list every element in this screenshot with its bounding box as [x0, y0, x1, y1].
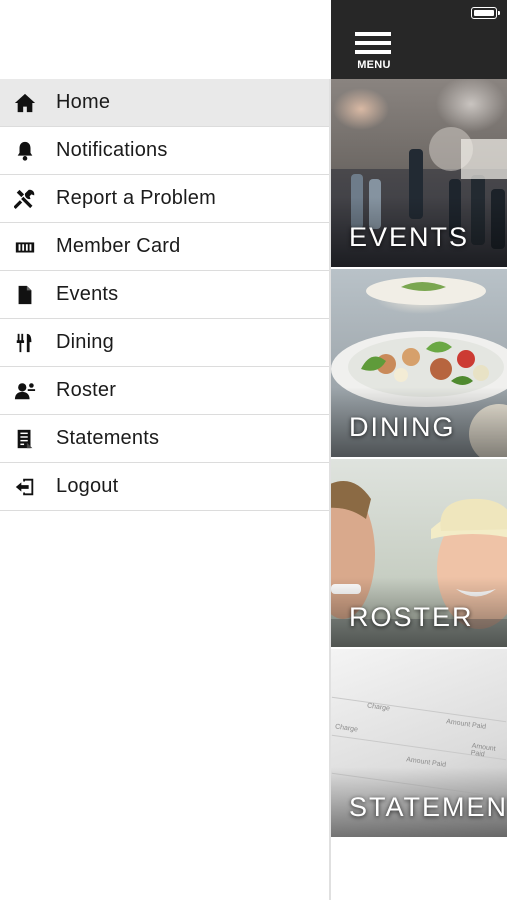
drawer-item-report-a-problem[interactable]: Report a Problem	[0, 175, 331, 223]
hamburger-icon-bar	[355, 41, 391, 45]
home-icon	[12, 90, 38, 116]
utensils-icon	[12, 330, 38, 356]
tile-label: STATEMENTS	[349, 792, 507, 822]
drawer-item-statements[interactable]: Statements	[0, 415, 331, 463]
document-icon	[12, 282, 38, 308]
drawer-item-label: Report a Problem	[56, 187, 216, 209]
tile-statements[interactable]: Charge Amount Paid Charge Amount Paid Am…	[331, 649, 507, 839]
battery-icon	[471, 7, 500, 19]
drawer-item-label: Notifications	[56, 139, 168, 161]
navigation-drawer: Home Notifications Report a Problem Memb…	[0, 0, 331, 900]
drawer-edge-divider	[329, 79, 331, 900]
hamburger-icon-bar	[355, 50, 391, 54]
drawer-menu-list: Home Notifications Report a Problem Memb…	[0, 79, 331, 511]
drawer-item-label: Dining	[56, 331, 114, 353]
drawer-item-label: Member Card	[56, 235, 181, 257]
main-screen: MENU EVENTS DINING ROSTER Charge Amount …	[331, 0, 507, 900]
tile-events[interactable]: EVENTS	[331, 79, 507, 269]
top-bar: MENU	[331, 0, 507, 79]
bell-icon	[12, 138, 38, 164]
hamburger-icon-bar	[355, 32, 391, 36]
menu-button[interactable]: MENU	[353, 32, 395, 74]
tile-label: DINING	[349, 412, 456, 442]
drawer-item-label: Events	[56, 283, 119, 305]
tools-icon	[12, 186, 38, 212]
drawer-item-label: Roster	[56, 379, 117, 401]
drawer-item-home[interactable]: Home	[0, 79, 331, 127]
drawer-item-dining[interactable]: Dining	[0, 319, 331, 367]
drawer-item-label: Logout	[56, 475, 119, 497]
drawer-item-logout[interactable]: Logout	[0, 463, 331, 511]
statement-text: Amount Paid	[470, 742, 497, 759]
menu-label: MENU	[357, 59, 391, 71]
drawer-item-notifications[interactable]: Notifications	[0, 127, 331, 175]
tile-roster[interactable]: ROSTER	[331, 459, 507, 649]
tile-label: ROSTER	[349, 602, 474, 632]
logout-icon	[12, 474, 38, 500]
drawer-item-member-card[interactable]: Member Card	[0, 223, 331, 271]
card-icon	[12, 234, 38, 260]
drawer-item-label: Statements	[56, 427, 160, 449]
drawer-item-roster[interactable]: Roster	[0, 367, 331, 415]
drawer-item-label: Home	[56, 91, 111, 113]
statement-line	[331, 696, 507, 723]
person-icon	[12, 378, 38, 404]
statement-icon	[12, 426, 38, 452]
tile-dining[interactable]: DINING	[331, 269, 507, 459]
tile-label: EVENTS	[349, 222, 470, 252]
statement-text: Amount Paid	[445, 718, 487, 731]
drawer-item-events[interactable]: Events	[0, 271, 331, 319]
statement-text: Charge	[334, 723, 359, 734]
main-background	[331, 845, 507, 900]
